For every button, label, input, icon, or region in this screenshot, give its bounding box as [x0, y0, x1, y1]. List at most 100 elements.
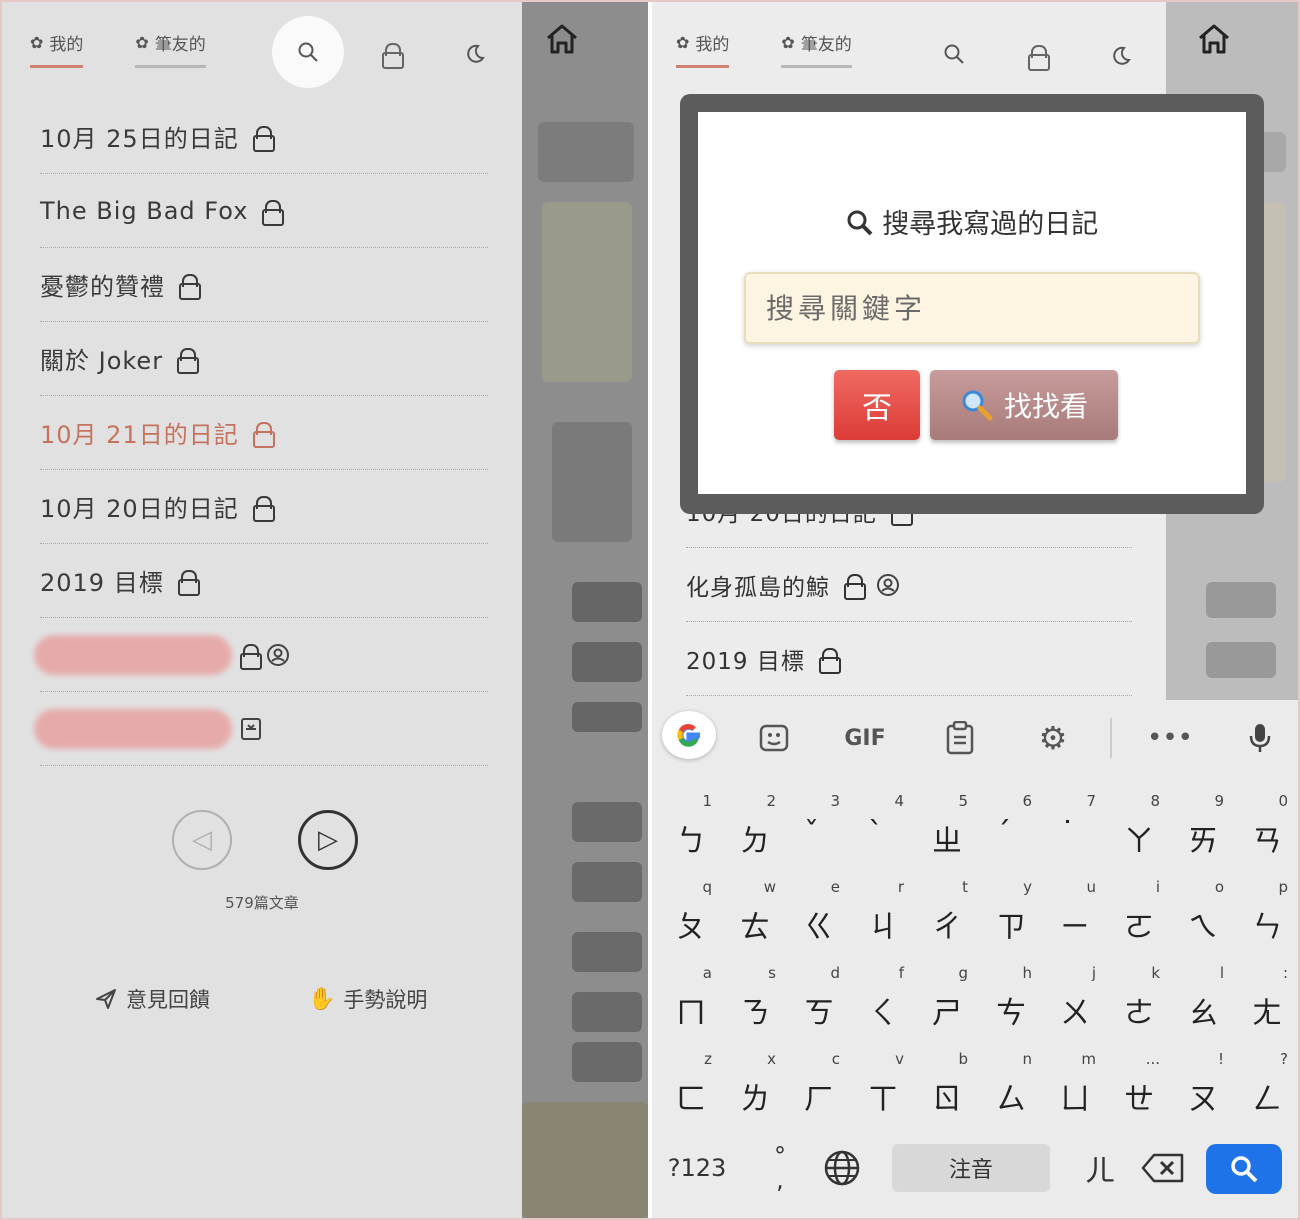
- bopomofo-key[interactable]: 2ㄉ: [720, 788, 784, 874]
- key-hint: l: [1219, 964, 1224, 982]
- backspace-key[interactable]: [1138, 1144, 1188, 1192]
- bopomofo-key[interactable]: :ㄤ: [1232, 960, 1296, 1046]
- bopomofo-key[interactable]: 3ˇ: [784, 788, 848, 874]
- right-screen: ✿我的 ✿筆友的 10月 20日的日記 化身孤島的鯨 2019 目標 搜尋我寫過…: [652, 2, 1298, 1218]
- bopomofo-key[interactable]: kㄜ: [1104, 960, 1168, 1046]
- language-key[interactable]: [820, 1144, 864, 1192]
- voice-input-button[interactable]: [1246, 714, 1274, 762]
- tab-friends[interactable]: ✿ 筆友的: [781, 30, 852, 68]
- bopomofo-key[interactable]: 5ㄓ: [912, 788, 976, 874]
- bopomofo-key[interactable]: oㄟ: [1168, 874, 1232, 960]
- keyboard-bottom-row: ?123 °, 注音 ㄦ: [652, 1136, 1298, 1200]
- bopomofo-key[interactable]: pㄣ: [1232, 874, 1296, 960]
- bopomofo-key[interactable]: 7 ˙: [1040, 788, 1104, 874]
- bopomofo-key[interactable]: wㄊ: [720, 874, 784, 960]
- key-hint: q: [702, 878, 712, 896]
- bopomofo-key[interactable]: ... ㄝ: [1104, 1046, 1168, 1132]
- bopomofo-key[interactable]: 6ˊ: [976, 788, 1040, 874]
- list-item[interactable]: 2019 目標: [40, 544, 488, 618]
- lock-button[interactable]: [1024, 42, 1050, 71]
- google-button[interactable]: [662, 711, 716, 759]
- tab-friends[interactable]: ✿ 筆友的: [135, 30, 206, 68]
- bopomofo-key[interactable]: gㄕ: [912, 960, 976, 1046]
- list-item[interactable]: 10月 25日的日記: [40, 100, 488, 174]
- feedback-label: 意見回饋: [126, 988, 210, 1012]
- gesture-help-link[interactable]: ✋ 手勢說明: [308, 984, 427, 1014]
- list-item[interactable]: 10月 20日的日記: [40, 470, 488, 544]
- clipboard-button[interactable]: [942, 714, 978, 762]
- home-icon[interactable]: [1196, 22, 1232, 60]
- tab-bar: ✿ 我的 ✿ 筆友的: [676, 30, 852, 68]
- list-item[interactable]: 化身孤島的鯨: [686, 548, 1132, 622]
- chevron-right-icon: ▷: [318, 825, 338, 855]
- key-symbol: ㄠ: [1188, 996, 1218, 1031]
- list-item[interactable]: The Big Bad Fox: [40, 174, 488, 248]
- home-icon[interactable]: [544, 22, 584, 58]
- lock-button[interactable]: [378, 40, 404, 69]
- night-mode-button[interactable]: [1108, 42, 1134, 70]
- search-button[interactable]: [272, 16, 344, 88]
- bopomofo-key[interactable]: yㄗ: [976, 874, 1040, 960]
- bopomofo-key[interactable]: bㄖ: [912, 1046, 976, 1132]
- bopomofo-key[interactable]: rㄐ: [848, 874, 912, 960]
- feedback-link[interactable]: 意見回饋: [94, 984, 210, 1014]
- list-item-redacted[interactable]: [34, 618, 488, 692]
- list-item-redacted[interactable]: [34, 692, 488, 766]
- bopomofo-key[interactable]: hㄘ: [976, 960, 1040, 1046]
- er-key[interactable]: ㄦ: [1080, 1144, 1120, 1192]
- bopomofo-key[interactable]: ? ㄥ: [1232, 1046, 1296, 1132]
- next-page-button[interactable]: ▷: [298, 810, 358, 870]
- bopomofo-key[interactable]: 1ㄅ: [656, 788, 720, 874]
- search-enter-key[interactable]: [1206, 1144, 1282, 1194]
- find-button[interactable]: 找找看: [930, 370, 1118, 440]
- bopomofo-key[interactable]: 4ˋ: [848, 788, 912, 874]
- bopomofo-key[interactable]: 8ㄚ: [1104, 788, 1168, 874]
- search-icon: [944, 44, 964, 64]
- list-item[interactable]: 關於 Joker: [40, 322, 488, 396]
- bopomofo-key[interactable]: mㄩ: [1040, 1046, 1104, 1132]
- bopomofo-key[interactable]: qㄆ: [656, 874, 720, 960]
- bopomofo-key[interactable]: tㄔ: [912, 874, 976, 960]
- key-symbol: ㄝ: [1124, 1082, 1154, 1117]
- bopomofo-key[interactable]: vㄒ: [848, 1046, 912, 1132]
- bopomofo-key[interactable]: fㄑ: [848, 960, 912, 1046]
- tab-mine[interactable]: ✿ 我的: [30, 30, 84, 68]
- prev-page-button[interactable]: ◁: [172, 810, 232, 870]
- bopomofo-key[interactable]: cㄏ: [784, 1046, 848, 1132]
- bopomofo-key[interactable]: zㄈ: [656, 1046, 720, 1132]
- bopomofo-key[interactable]: lㄠ: [1168, 960, 1232, 1046]
- bopomofo-key[interactable]: sㄋ: [720, 960, 784, 1046]
- bopomofo-key[interactable]: 9ㄞ: [1168, 788, 1232, 874]
- key-hint: 6: [1022, 792, 1032, 810]
- tab-bar: ✿ 我的 ✿ 筆友的: [30, 30, 206, 68]
- more-button[interactable]: •••: [1147, 714, 1193, 762]
- bopomofo-key[interactable]: dㄎ: [784, 960, 848, 1046]
- punctuation-key[interactable]: °,: [760, 1144, 800, 1192]
- key-hint: j: [1091, 964, 1096, 982]
- bopomofo-key[interactable]: jㄨ: [1040, 960, 1104, 1046]
- gif-button[interactable]: GIF: [838, 714, 892, 762]
- key-symbol: ˋ: [868, 816, 883, 851]
- bopomofo-key[interactable]: iㄛ: [1104, 874, 1168, 960]
- cancel-button[interactable]: 否: [834, 370, 920, 440]
- bopomofo-key[interactable]: xㄌ: [720, 1046, 784, 1132]
- bopomofo-key[interactable]: 0ㄢ: [1232, 788, 1296, 874]
- list-item-current[interactable]: 10月 21日的日記: [40, 396, 488, 470]
- bopomofo-key[interactable]: ! ㄡ: [1168, 1046, 1232, 1132]
- tab-mine[interactable]: ✿ 我的: [676, 30, 730, 68]
- lotus-icon: ✿: [676, 33, 690, 52]
- symbols-key[interactable]: ?123: [666, 1144, 728, 1192]
- space-key[interactable]: 注音: [892, 1144, 1050, 1192]
- key-symbol: ㄞ: [1188, 824, 1218, 859]
- bopomofo-key[interactable]: aㄇ: [656, 960, 720, 1046]
- bopomofo-key[interactable]: eㄍ: [784, 874, 848, 960]
- search-button[interactable]: [942, 42, 966, 66]
- night-mode-button[interactable]: [462, 40, 488, 68]
- bopomofo-key[interactable]: uㄧ: [1040, 874, 1104, 960]
- settings-button[interactable]: ⚙: [1034, 714, 1072, 762]
- list-item[interactable]: 2019 目標: [686, 622, 1132, 696]
- bopomofo-key[interactable]: nㄙ: [976, 1046, 1040, 1132]
- list-item[interactable]: 憂鬱的贊禮: [40, 248, 488, 322]
- sticker-button[interactable]: [754, 714, 794, 762]
- search-keyword-input[interactable]: [744, 272, 1200, 344]
